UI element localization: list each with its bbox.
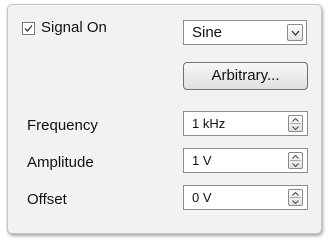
dropdown-toggle-button[interactable] (287, 24, 303, 41)
offset-stepper[interactable] (288, 189, 303, 206)
amplitude-stepper[interactable] (288, 152, 303, 169)
chevron-up-icon[interactable] (292, 155, 299, 159)
checkmark-icon (24, 25, 33, 32)
amplitude-label: Amplitude (27, 154, 94, 171)
arbitrary-button[interactable]: Arbitrary... (183, 62, 308, 90)
frequency-label: Frequency (27, 117, 98, 134)
amplitude-value[interactable]: 1 V (192, 152, 212, 170)
frequency-stepper[interactable] (288, 115, 303, 132)
offset-value[interactable]: 0 V (192, 189, 212, 207)
signal-on-label[interactable]: Signal On (41, 18, 107, 38)
stepper-divider (290, 160, 301, 161)
frequency-spinbox[interactable]: 1 kHz (183, 111, 308, 136)
stepper-divider (290, 197, 301, 198)
chevron-up-icon[interactable] (292, 118, 299, 122)
chevron-down-icon (291, 30, 300, 36)
waveform-dropdown[interactable]: Sine (183, 20, 307, 45)
chevron-up-icon[interactable] (292, 192, 299, 196)
chevron-down-icon[interactable] (292, 200, 299, 204)
signal-settings-panel: Signal On Sine Arbitrary... Frequency 1 … (7, 4, 322, 234)
chevron-down-icon[interactable] (292, 163, 299, 167)
signal-on-checkbox[interactable] (22, 22, 35, 35)
amplitude-spinbox[interactable]: 1 V (183, 148, 308, 173)
frequency-value[interactable]: 1 kHz (192, 115, 225, 133)
offset-spinbox[interactable]: 0 V (183, 185, 308, 210)
chevron-down-icon[interactable] (292, 126, 299, 130)
offset-label: Offset (27, 191, 67, 208)
stepper-divider (290, 123, 301, 124)
waveform-selected-value: Sine (192, 24, 223, 41)
